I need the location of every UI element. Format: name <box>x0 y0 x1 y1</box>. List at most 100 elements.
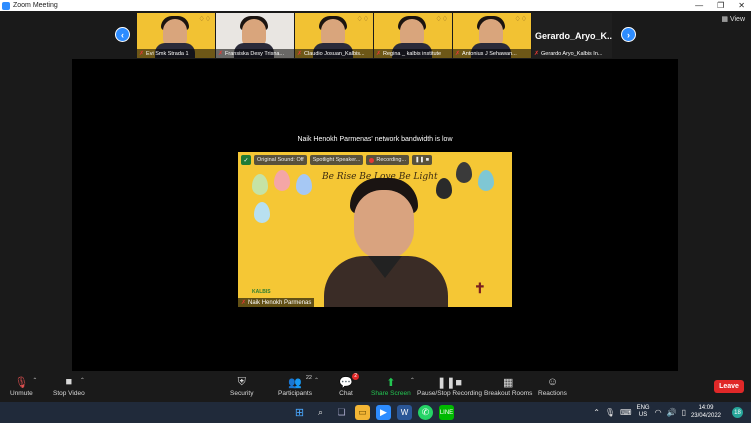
whatsapp-icon[interactable]: ✆ <box>418 405 433 420</box>
easter-egg-decoration <box>456 162 472 183</box>
gallery-next-button[interactable]: › <box>621 27 636 42</box>
record-dot-icon <box>369 157 375 163</box>
participant-tile[interactable]: ♢♢ ✗ Evi Smk Strada 1 <box>137 13 215 58</box>
caret-up-icon[interactable]: ⌃ <box>80 377 85 384</box>
unmute-button[interactable]: 🎙 ⌃ Unmute <box>10 375 38 398</box>
zoom-app-icon[interactable]: ▶ <box>376 405 391 420</box>
search-icon[interactable]: ⌕ <box>313 405 328 420</box>
share-screen-button[interactable]: ⬆ ⌃ Share Screen <box>371 375 415 398</box>
title-bar: Zoom Meeting — ❐ ✕ <box>0 0 751 11</box>
pause-stop-recording-button[interactable]: ❚❚■ Pause/Stop Recording <box>417 375 483 398</box>
keyboard-icon[interactable]: ⌨ <box>620 408 632 417</box>
easter-egg-decoration <box>478 170 494 191</box>
muted-mic-icon: ✗ <box>241 300 247 306</box>
ornament-icon: ♢♢ <box>435 16 448 23</box>
original-sound-toggle[interactable]: Original Sound: Off <box>254 155 307 165</box>
speaker-face <box>354 190 414 260</box>
participant-tile[interactable]: ♢♢ ✗ Claudio Josuan_Kalbis... <box>295 13 373 58</box>
unmute-label: Unmute <box>10 390 33 397</box>
easter-egg-decoration <box>274 170 290 191</box>
pause-record-button[interactable]: ❚❚ ■ <box>412 155 433 165</box>
participant-tile[interactable]: ✗ Fransiska Desy Trisna... <box>216 13 294 58</box>
bandwidth-notice: Naik Henokh Parmenas' network bandwidth … <box>297 136 453 143</box>
speaker-namebar: ✗ Naik Henokh Parmenas <box>238 298 315 307</box>
view-button-label: View <box>729 15 745 23</box>
windows-taskbar: ⊞ ⌕ ❏ ▭ ▶ W ✆ LINE ⌃ 🎙 ⌨ ENG US ◠ 🔊 ▯ 14… <box>0 402 751 423</box>
breakout-rooms-button[interactable]: ▦ Breakout Rooms <box>484 375 532 398</box>
speaker-panel: Naik Henokh Parmenas' network bandwidth … <box>72 59 678 371</box>
participant-name: Claudio Josuan_Kalbis... <box>304 50 365 57</box>
reactions-button[interactable]: ☺ Reactions <box>538 375 567 397</box>
caret-up-icon[interactable]: ⌃ <box>314 377 319 384</box>
ornament-icon: ♢♢ <box>514 16 527 23</box>
participant-tile-name-only[interactable]: Gerardo_Aryo_K... ✗ Gerardo Aryo_Kalbis … <box>532 13 612 58</box>
file-explorer-icon[interactable]: ▭ <box>355 405 370 420</box>
participant-tile[interactable]: ♢♢ ✗ Antonius J Sehawan... <box>453 13 531 58</box>
muted-mic-icon: ✗ <box>534 51 540 57</box>
language-indicator[interactable]: ENG US <box>637 405 650 419</box>
ornament-icon: ♢♢ <box>356 16 369 23</box>
security-button[interactable]: ⛨ Security <box>230 375 253 398</box>
chat-bubble-icon: 💬 2 <box>339 373 359 389</box>
wifi-icon[interactable]: ◠ <box>655 408 662 417</box>
zoom-app-icon <box>2 1 10 10</box>
language-code: ENG <box>636 405 650 411</box>
taskbar-apps: ⊞ ⌕ ❏ ▭ ▶ W ✆ LINE <box>292 405 454 420</box>
maximize-button[interactable]: ❐ <box>717 1 724 10</box>
battery-icon[interactable]: ▯ <box>682 408 686 417</box>
muted-mic-icon: ✗ <box>139 51 145 57</box>
video-camera-icon: ■ ⌃ <box>65 376 85 388</box>
spotlight-indicator[interactable]: Spotlight Speaker... <box>309 155 364 165</box>
close-button[interactable]: ✕ <box>738 1 745 10</box>
system-tray: ⌃ 🎙 ⌨ ENG US ◠ 🔊 ▯ 14:09 23/04/2022 <box>593 404 721 420</box>
pause-stop-recording-label: Pause/Stop Recording <box>417 390 483 397</box>
microphone-icon[interactable]: 🎙 <box>605 408 615 417</box>
active-speaker-video[interactable]: Be Rise Be Love Be Light ✝ KALBIS ✓ Orig… <box>238 152 512 307</box>
easter-egg-decoration <box>436 178 452 199</box>
line-app-icon[interactable]: LINE <box>439 405 454 420</box>
smiley-icon: ☺ <box>546 376 559 388</box>
participant-tile[interactable]: ♢♢ ✗ Regina _ kalbis institute <box>374 13 452 58</box>
recording-indicator[interactable]: Recording... <box>366 155 410 165</box>
chat-button[interactable]: 💬 2 Chat <box>338 373 359 397</box>
chevron-right-icon: › <box>627 29 630 40</box>
chevron-left-icon: ‹ <box>121 29 124 40</box>
view-button[interactable]: ▦ View <box>721 15 745 24</box>
participant-name: Regina _ kalbis institute <box>383 50 442 57</box>
caret-up-icon[interactable]: ⌃ <box>410 377 415 384</box>
cross-icon: ✝ <box>474 280 486 296</box>
muted-mic-icon: ✗ <box>297 51 303 57</box>
gallery-strip: ♢♢ ✗ Evi Smk Strada 1 ✗ Fransiska Desy T… <box>137 13 612 58</box>
participant-display-name: Gerardo_Aryo_K... <box>535 31 612 41</box>
speaker-name: Naik Henokh Parmenas <box>248 299 312 306</box>
chevron-up-icon[interactable]: ⌃ <box>593 408 600 417</box>
muted-microphone-icon: 🎙 ⌃ <box>14 376 38 389</box>
participants-button[interactable]: 👥 22 ⌃ Participants <box>278 375 319 397</box>
clock-time: 14:09 <box>698 405 714 411</box>
caret-up-icon[interactable]: ⌃ <box>32 377 37 384</box>
volume-icon[interactable]: 🔊 <box>667 408 677 417</box>
ornament-icon: ♢♢ <box>198 16 211 23</box>
leave-button[interactable]: Leave <box>714 380 744 393</box>
clock-date: 23/04/2022 <box>690 413 721 419</box>
minimize-button[interactable]: — <box>695 1 703 10</box>
video-overlay-toolbar: ✓ Original Sound: Off Spotlight Speaker.… <box>238 154 433 166</box>
participant-namebar: ✗ Fransiska Desy Trisna... <box>216 49 294 58</box>
window-controls: — ❐ ✕ <box>695 0 745 11</box>
notification-badge[interactable]: 18 <box>732 407 743 418</box>
gallery-prev-button[interactable]: ‹ <box>115 27 130 42</box>
grid-view-icon: ▦ <box>721 16 728 23</box>
shield-icon[interactable]: ✓ <box>241 155 251 165</box>
participant-name: Evi Smk Strada 1 <box>146 50 189 57</box>
stop-video-button[interactable]: ■ ⌃ Stop Video <box>53 375 85 397</box>
participant-name: Gerardo Aryo_Kalbis In... <box>541 50 603 57</box>
easter-egg-decoration <box>254 202 270 223</box>
participant-namebar: ✗ Antonius J Sehawan... <box>453 49 531 58</box>
participant-count: 22 <box>305 375 312 381</box>
word-app-icon[interactable]: W <box>397 405 412 420</box>
clock[interactable]: 14:09 23/04/2022 <box>691 404 721 420</box>
task-view-icon[interactable]: ❏ <box>334 405 349 420</box>
share-screen-icon: ⬆ ⌃ <box>386 376 415 389</box>
reactions-label: Reactions <box>538 390 567 397</box>
windows-start-icon[interactable]: ⊞ <box>292 405 307 420</box>
